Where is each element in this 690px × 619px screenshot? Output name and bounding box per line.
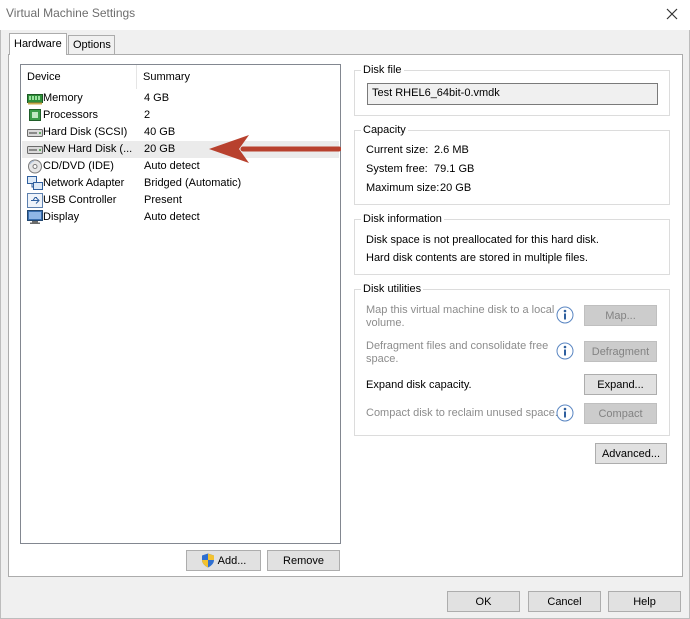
defragment-description-line2: space. [366,353,399,365]
column-header-device[interactable]: Device [27,71,61,83]
info-icon[interactable] [556,404,574,422]
device-summary: 4 GB [144,92,170,104]
ok-button[interactable]: OK [447,591,520,612]
compact-button-label: Compact [598,407,643,420]
tab-hardware-label: Hardware [14,38,62,50]
device-row-display[interactable]: Display Auto detect [22,209,339,226]
add-button-label: Add... [217,554,247,567]
defragment-description-line1: Defragment files and consolidate free [366,340,549,352]
compact-button[interactable]: Compact [584,403,657,424]
map-description-line1: Map this virtual machine disk to a local [366,304,555,316]
advanced-button[interactable]: Advanced... [595,443,667,464]
display-icon [27,210,43,224]
disk-utilities-title: Disk utilities [361,283,424,295]
usb-icon [27,193,43,208]
system-free-label: System free: [366,163,428,175]
device-name: Processors [43,109,99,121]
remove-button[interactable]: Remove [267,550,340,571]
remove-button-label: Remove [283,554,324,567]
device-name: Display [43,211,80,223]
ok-button-label: OK [475,595,492,608]
disk-information-title: Disk information [361,213,444,225]
defragment-button[interactable]: Defragment [584,341,657,362]
device-summary: 20 GB [144,143,176,155]
close-button[interactable] [660,3,684,25]
maximum-size-label: Maximum size: [366,182,440,194]
disk-information-group: Disk information Disk space is not preal… [354,213,670,275]
disk-info-storage: Hard disk contents are stored in multipl… [366,252,588,264]
title-bar: Virtual Machine Settings [0,0,690,30]
device-summary: 2 [144,109,151,121]
capacity-title: Capacity [361,124,408,136]
memory-icon [27,94,43,105]
device-summary: Auto detect [144,211,200,223]
expand-description: Expand disk capacity. [366,379,472,391]
system-free-value: 79.1 GB [434,163,475,175]
device-summary: Present [144,194,182,206]
shield-icon [201,553,214,568]
cancel-button[interactable]: Cancel [528,591,601,612]
device-row-network-adapter[interactable]: Network Adapter Bridged (Automatic) [22,175,339,192]
close-icon [666,8,678,20]
device-name: Memory [43,92,83,104]
tab-options-label: Options [73,39,111,51]
device-name: Hard Disk (SCSI) [43,126,128,138]
info-icon[interactable] [556,306,574,324]
annotation-arrow-icon [209,135,341,163]
disk-info-preallocation: Disk space is not preallocated for this … [366,234,599,246]
expand-button-label: Expand... [597,378,644,391]
network-adapter-icon [27,176,43,190]
tab-options[interactable]: Options [68,35,115,55]
device-name: New Hard Disk (... [43,143,133,155]
current-size-label: Current size: [366,144,429,156]
device-summary: Bridged (Automatic) [144,177,242,189]
device-row-memory[interactable]: Memory 4 GB [22,90,339,107]
defragment-button-label: Defragment [591,345,650,358]
device-name: CD/DVD (IDE) [43,160,114,172]
compact-description: Compact disk to reclaim unused space. [366,407,558,419]
map-description-line2: volume. [366,317,405,329]
column-separator[interactable] [136,65,137,89]
cd-dvd-icon [28,159,42,174]
device-name: Network Adapter [43,177,125,189]
add-button[interactable]: Add... [186,550,261,571]
advanced-button-label: Advanced... [601,447,661,460]
device-name: USB Controller [43,194,117,206]
disk-file-group: Disk file Test RHEL6_64bit-0.vmdk [354,64,670,116]
window-title: Virtual Machine Settings [6,6,136,20]
device-summary: Auto detect [144,160,200,172]
processor-icon [29,109,41,121]
current-size-value: 2.6 MB [434,144,469,156]
tab-hardware[interactable]: Hardware [9,33,67,55]
device-row-usb-controller[interactable]: USB Controller Present [22,192,339,209]
maximum-size-value: 20 GB [440,182,472,194]
disk-utilities-group: Disk utilities Map this virtual machine … [354,283,670,436]
help-button-label: Help [633,595,656,608]
hard-disk-icon [27,146,43,154]
info-icon[interactable] [556,342,574,360]
capacity-group: Capacity Current size: 2.6 MB System fre… [354,124,670,205]
map-button-label: Map... [605,309,636,322]
help-button[interactable]: Help [608,591,681,612]
hard-disk-icon [27,129,43,137]
map-button[interactable]: Map... [584,305,657,326]
cancel-button-label: Cancel [547,595,582,608]
disk-file-title: Disk file [361,64,404,76]
expand-button[interactable]: Expand... [584,374,657,395]
column-header-summary[interactable]: Summary [143,71,190,83]
device-summary: 40 GB [144,126,176,138]
disk-file-field[interactable]: Test RHEL6_64bit-0.vmdk [367,83,658,105]
device-row-processors[interactable]: Processors 2 [22,107,339,124]
